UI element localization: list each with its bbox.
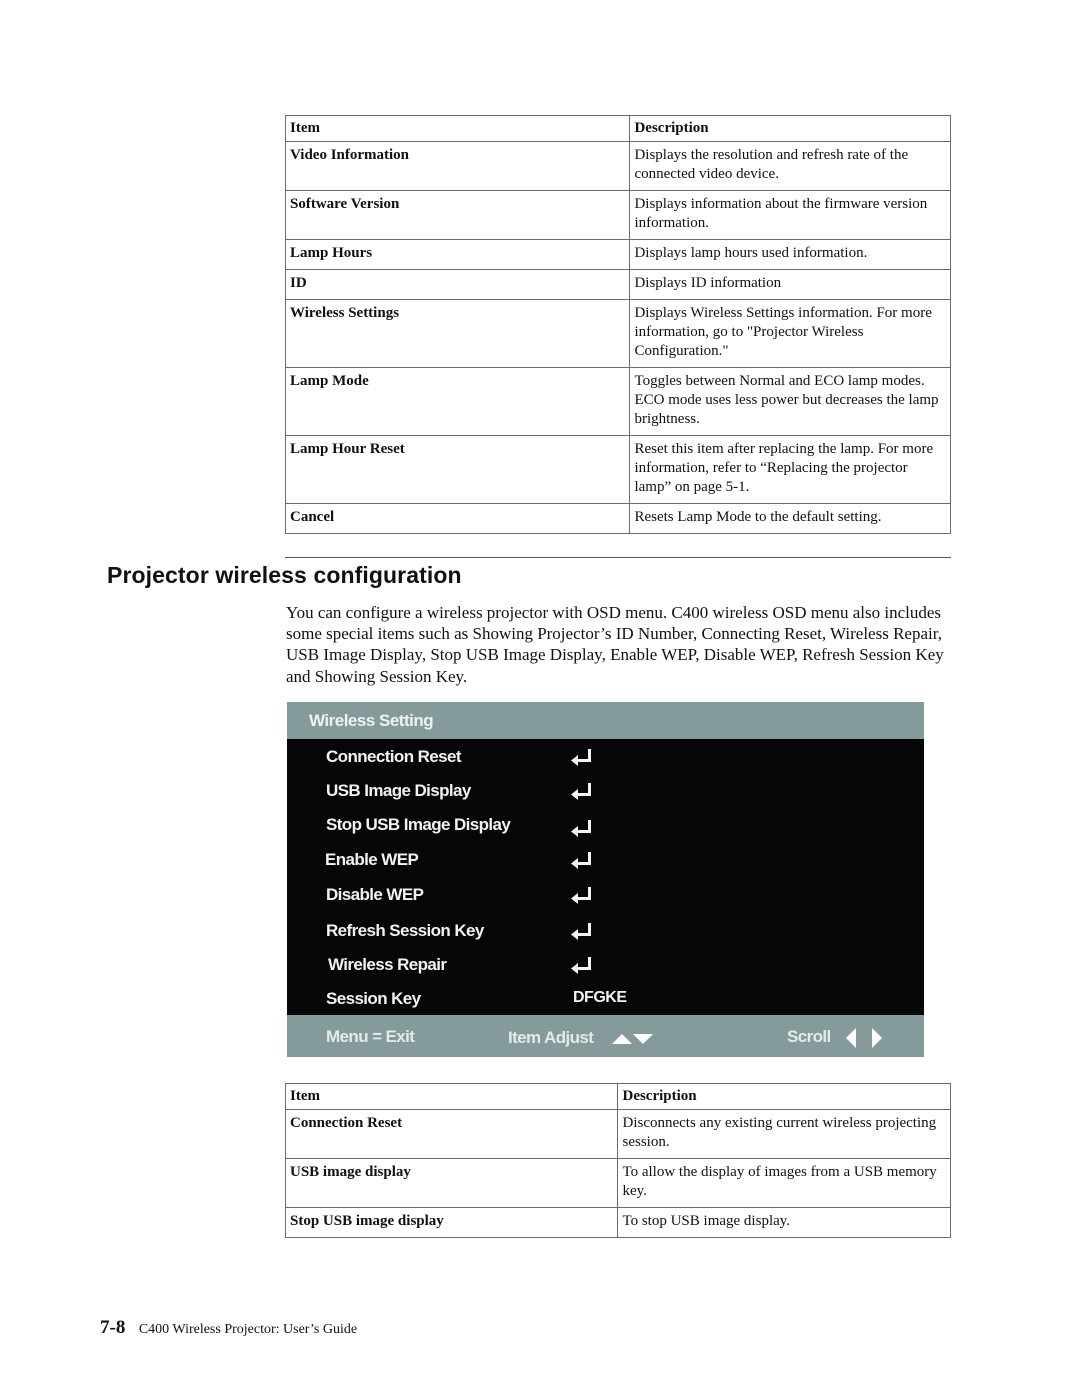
page-footer: 7-8 C400 Wireless Projector: User’s Guid… xyxy=(100,1317,357,1339)
osd-item-label: Stop USB Image Display xyxy=(326,815,511,834)
enter-icon xyxy=(571,783,591,800)
up-arrow-icon xyxy=(612,1034,632,1044)
session-key-value: DFGKE xyxy=(573,989,627,1006)
table-row: Lamp Hour Reset Reset this item after re… xyxy=(284,435,951,504)
table-row: Wireless Settings Displays Wireless Sett… xyxy=(284,299,951,368)
osd-item-usb-image-display[interactable]: USB Image Display xyxy=(287,777,924,807)
table-row: Lamp Mode Toggles between Normal and ECO… xyxy=(284,367,951,436)
description-cell: To allow the display of images from a US… xyxy=(617,1158,951,1208)
menu-exit-hint: Menu = Exit xyxy=(326,1027,415,1046)
enter-icon xyxy=(571,887,591,904)
osd-item-label: Disable WEP xyxy=(326,885,424,904)
osd-item-label: USB Image Display xyxy=(326,781,471,800)
item-cell: USB image display xyxy=(284,1158,619,1208)
osd-item-enable-wep[interactable]: Enable WEP xyxy=(287,846,924,876)
item-cell: Stop USB image display xyxy=(284,1207,619,1238)
description-cell: Toggles between Normal and ECO lamp mode… xyxy=(629,367,951,436)
section-title: Projector wireless configuration xyxy=(107,562,462,588)
column-header-description: Description xyxy=(629,115,951,142)
osd-item-wireless-repair[interactable]: Wireless Repair xyxy=(287,951,924,981)
table-row: Lamp Hours Displays lamp hours used info… xyxy=(284,239,951,270)
item-cell: Lamp Hour Reset xyxy=(284,435,631,504)
osd-item-session-key: Session Key DFGKE xyxy=(287,985,924,1015)
item-cell: Connection Reset xyxy=(284,1109,619,1159)
column-header-description: Description xyxy=(617,1083,951,1110)
enter-icon xyxy=(571,820,591,837)
intro-paragraph: You can configure a wireless projector w… xyxy=(286,603,944,686)
wireless-items-table: Item Description Connection Reset Discon… xyxy=(284,1083,951,1238)
table-row: Connection Reset Disconnects any existin… xyxy=(284,1109,951,1159)
description-cell: Displays the resolution and refresh rate… xyxy=(629,141,951,191)
enter-icon xyxy=(571,749,591,766)
table-header-row: Item Description xyxy=(284,115,951,142)
section-divider xyxy=(285,557,951,558)
item-cell: ID xyxy=(284,269,631,300)
osd-item-label: Refresh Session Key xyxy=(326,921,484,940)
osd-item-label: Wireless Repair xyxy=(328,955,447,974)
page-number: 7-8 xyxy=(100,1317,126,1338)
osd-item-label: Enable WEP xyxy=(325,850,419,869)
table-row: Stop USB image display To stop USB image… xyxy=(284,1207,951,1238)
osd-title: Wireless Setting xyxy=(309,711,434,730)
item-cell: Lamp Mode xyxy=(284,367,631,436)
item-cell: Lamp Hours xyxy=(284,239,631,270)
osd-item-stop-usb-image-display[interactable]: Stop USB Image Display xyxy=(287,811,924,841)
item-cell: Wireless Settings xyxy=(284,299,631,368)
item-cell: Cancel xyxy=(284,503,631,534)
description-cell: Displays information about the firmware … xyxy=(629,190,951,240)
item-adjust-hint: Item Adjust xyxy=(508,1028,594,1047)
scroll-hint: Scroll xyxy=(787,1027,831,1046)
settings-table: Item Description Video Information Displ… xyxy=(284,115,951,534)
osd-menu-body: Connection Reset USB Image Display Stop … xyxy=(287,739,924,1015)
osd-item-disable-wep[interactable]: Disable WEP xyxy=(287,881,924,911)
osd-wireless-setting-menu: Wireless Setting Connection Reset USB Im… xyxy=(287,702,924,1057)
description-cell: Resets Lamp Mode to the default setting. xyxy=(629,503,951,534)
description-cell: Displays ID information xyxy=(629,269,951,300)
osd-footer-bar: Menu = Exit Item Adjust Scroll xyxy=(287,1015,924,1057)
osd-item-refresh-session-key[interactable]: Refresh Session Key xyxy=(287,917,924,947)
osd-item-connection-reset[interactable]: Connection Reset xyxy=(287,743,924,773)
table-row: Video Information Displays the resolutio… xyxy=(284,141,951,191)
enter-icon xyxy=(571,852,591,869)
table-row: USB image display To allow the display o… xyxy=(284,1158,951,1208)
description-cell: Disconnects any existing current wireles… xyxy=(617,1109,951,1159)
column-header-item: Item xyxy=(284,115,631,142)
table-row: Software Version Displays information ab… xyxy=(284,190,951,240)
column-header-item: Item xyxy=(284,1083,619,1110)
osd-item-label: Session Key xyxy=(326,989,421,1008)
osd-item-label: Connection Reset xyxy=(326,747,462,766)
table-header-row: Item Description xyxy=(284,1083,951,1110)
table-row: ID Displays ID information xyxy=(284,269,951,300)
table-row: Cancel Resets Lamp Mode to the default s… xyxy=(284,503,951,534)
left-arrow-icon xyxy=(846,1028,856,1048)
osd-header-bar: Wireless Setting xyxy=(287,702,924,739)
item-cell: Software Version xyxy=(284,190,631,240)
description-cell: Reset this item after replacing the lamp… xyxy=(629,435,951,504)
item-cell: Video Information xyxy=(284,141,631,191)
description-cell: Displays lamp hours used information. xyxy=(629,239,951,270)
enter-icon xyxy=(571,957,591,974)
description-cell: To stop USB image display. xyxy=(617,1207,951,1238)
right-arrow-icon xyxy=(872,1028,882,1048)
enter-icon xyxy=(571,923,591,940)
down-arrow-icon xyxy=(633,1034,653,1044)
guide-title: C400 Wireless Projector: User’s Guide xyxy=(138,1322,358,1337)
description-cell: Displays Wireless Settings information. … xyxy=(629,299,951,368)
